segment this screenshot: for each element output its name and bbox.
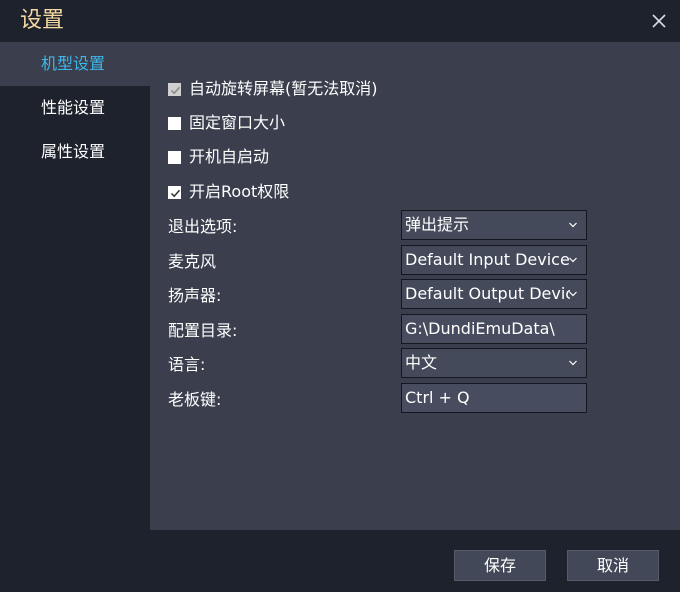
microphone-label: 麦克风: [168, 252, 217, 271]
language-label: 语言:: [168, 355, 206, 374]
root-option[interactable]: 开启Root权限: [168, 181, 289, 203]
sidebar-item-device-settings[interactable]: 机型设置: [0, 42, 150, 86]
exit-option-select[interactable]: 弹出提示: [401, 210, 587, 240]
auto-start-checkbox[interactable]: [168, 150, 181, 164]
fixed-window-checkbox[interactable]: [168, 116, 181, 130]
exit-option-value: 弹出提示: [405, 215, 470, 234]
auto-rotate-checkbox[interactable]: [168, 82, 181, 96]
auto-rotate-label: 自动旋转屏幕(暂无法取消): [189, 79, 378, 98]
chevron-down-icon: [569, 222, 577, 228]
language-select[interactable]: 中文: [401, 348, 587, 378]
auto-start-label: 开机自启动: [189, 147, 270, 166]
cancel-button[interactable]: 取消: [567, 550, 659, 581]
chevron-down-icon: [569, 291, 577, 297]
root-checkbox[interactable]: [168, 185, 181, 199]
sidebar: 机型设置 性能设置 属性设置: [0, 42, 150, 530]
sidebar-item-property-settings[interactable]: 属性设置: [0, 130, 150, 174]
close-icon[interactable]: [646, 8, 672, 34]
auto-start-option[interactable]: 开机自启动: [168, 146, 269, 168]
microphone-select[interactable]: Default Input Device: [401, 245, 587, 275]
exit-option-label: 退出选项:: [168, 217, 238, 236]
settings-panel: 自动旋转屏幕(暂无法取消) 固定窗口大小 开机自启动 开启Root权限 退出选项…: [150, 42, 680, 530]
fixed-window-label: 固定窗口大小: [189, 113, 286, 132]
speaker-select[interactable]: Default Output Device: [401, 279, 587, 309]
speaker-value: Default Output Device: [405, 284, 570, 303]
chevron-down-icon: [569, 257, 577, 263]
window-title: 设置: [20, 8, 65, 33]
config-dir-label: 配置目录:: [168, 321, 238, 340]
language-value: 中文: [405, 353, 438, 372]
speaker-label: 扬声器:: [168, 286, 222, 305]
settings-window: 设置 机型设置 性能设置 属性设置 自动旋转屏幕(暂无法取消) 固定窗口大小 开…: [0, 0, 680, 592]
root-label: 开启Root权限: [189, 182, 290, 201]
save-button[interactable]: 保存: [454, 550, 546, 581]
boss-key-label: 老板键:: [168, 390, 222, 409]
sidebar-item-performance-settings[interactable]: 性能设置: [0, 86, 150, 130]
boss-key-input[interactable]: Ctrl + Q: [401, 383, 587, 413]
auto-rotate-option[interactable]: 自动旋转屏幕(暂无法取消): [168, 78, 378, 100]
microphone-value: Default Input Device: [405, 250, 570, 269]
title-bar: 设置: [0, 0, 680, 42]
chevron-down-icon: [569, 360, 577, 366]
config-dir-input[interactable]: G:\DundiEmuData\: [401, 314, 587, 344]
fixed-window-option[interactable]: 固定窗口大小: [168, 112, 285, 134]
